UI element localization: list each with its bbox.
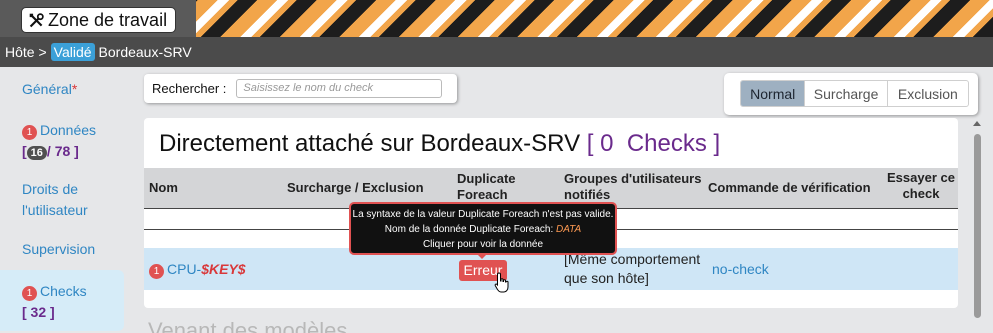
header-commande[interactable]: Commande de vérification (708, 180, 871, 196)
header-essayer[interactable]: Essayer ce check (884, 170, 958, 202)
check-name-link[interactable]: 1 CPU-$KEY$ (149, 261, 246, 279)
workspace-label: Zone de travail (48, 9, 168, 30)
mode-surcharge-button[interactable]: Surcharge (805, 81, 888, 106)
sidebar: Général* 1 Données [16/ 78 ] Droits de l'… (0, 67, 133, 333)
sidebar-item-droits[interactable]: Droits de l'utilisateur (0, 179, 110, 221)
mode-normal-button[interactable]: Normal (741, 81, 806, 106)
tooltip-line2: Nom de la donnée Duplicate Foreach: DATA (384, 224, 582, 235)
search-bar: Rechercher : Saisissez le nom du check (144, 74, 457, 103)
templates-section-title: Venant des modèles (148, 318, 348, 333)
tooltip-arrow (476, 253, 488, 259)
sidebar-item-label: Supervision (22, 241, 96, 257)
search-input[interactable]: Saisissez le nom du check (236, 79, 443, 98)
breadcrumb: Hôte > Validé Bordeaux-SRV (0, 37, 993, 67)
panel-title-text: Directement attaché sur Bordeaux-SRV (159, 130, 581, 157)
sidebar-item-general[interactable]: Général* (0, 79, 124, 100)
scrollbar-thumb[interactable] (974, 134, 981, 318)
error-count-badge: 1 (149, 264, 164, 279)
error-tooltip: La syntaxe de la valeur Duplicate Foreac… (349, 202, 617, 255)
hand-cursor-icon (494, 272, 509, 293)
sidebar-item-label: Général (22, 81, 72, 97)
header-surcharge[interactable]: Surcharge / Exclusion (287, 180, 424, 196)
data-count: [16/ 78 ] (22, 143, 79, 160)
required-marker: * (71, 81, 78, 97)
sidebar-item-donnees[interactable]: 1 Données [16/ 78 ] (0, 120, 124, 162)
sidebar-item-label: Droits de l'utilisateur (22, 181, 88, 218)
sidebar-item-supervision[interactable]: Supervision (0, 239, 124, 260)
header-duplicate[interactable]: Duplicate Foreach (457, 171, 537, 203)
breadcrumb-name: Bordeaux-SRV (98, 44, 192, 60)
tools-icon (29, 12, 44, 27)
sidebar-item-checks[interactable]: 1 Checks [ 32 ] (0, 270, 124, 331)
header-groupes[interactable]: Groupes d'utilisateurs notifiés (564, 171, 714, 203)
workspace-button[interactable]: Zone de travail (21, 7, 177, 33)
header-nom[interactable]: Nom (149, 180, 178, 196)
mode-switch: Normal Surcharge Exclusion (724, 73, 978, 115)
search-label: Rechercher : (152, 81, 227, 96)
tooltip-data-name: DATA (556, 224, 582, 235)
panel-title: Directement attaché sur Bordeaux-SRV [ 0… (159, 130, 720, 158)
checks-count-display: [ 0 Checks ] (586, 130, 721, 157)
scroll-up-icon[interactable] (973, 121, 981, 126)
sidebar-item-label: Checks (40, 283, 87, 299)
mode-exclusion-button[interactable]: Exclusion (888, 81, 968, 106)
notified-groups: [Même comportement que son hôte] (564, 251, 701, 286)
tooltip-line1: La syntaxe de la valeur Duplicate Foreac… (352, 209, 614, 220)
data-current-badge: 16 (26, 146, 47, 160)
tooltip-line3: Cliquer pour voir la donnée (422, 239, 544, 250)
key-variable: $KEY$ (201, 261, 246, 277)
error-count-badge: 1 (22, 125, 37, 140)
check-command-link[interactable]: no-check (712, 261, 769, 277)
breadcrumb-host[interactable]: Hôte > (5, 44, 47, 60)
checks-count: [ 32 ] (22, 304, 55, 320)
top-bar: Zone de travail (0, 0, 993, 37)
sidebar-item-label: Données (40, 122, 97, 138)
status-badge: Validé (50, 43, 95, 61)
error-count-badge: 1 (22, 286, 37, 301)
